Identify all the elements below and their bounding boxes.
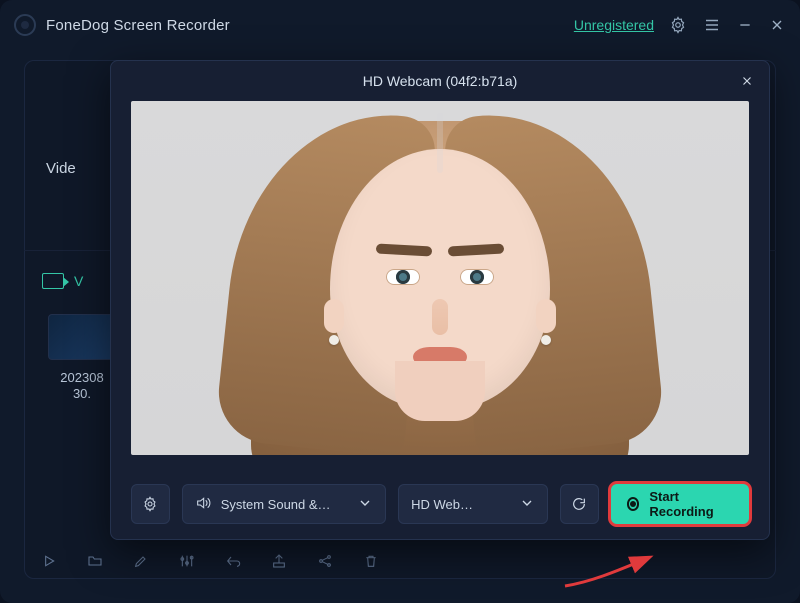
modal-header: HD Webcam (04f2:b71a) xyxy=(111,61,769,101)
export-icon[interactable] xyxy=(270,552,288,570)
settings-gear-icon[interactable] xyxy=(668,15,688,35)
section-tab-label: V xyxy=(74,273,83,289)
app-window: FoneDog Screen Recorder Unregistered xyxy=(0,0,800,603)
hamburger-menu-icon[interactable] xyxy=(702,15,722,35)
mode-label-left: Vide xyxy=(46,160,76,177)
thumb-caption-line: 30. xyxy=(60,386,103,402)
record-icon xyxy=(627,497,640,511)
thumbnail xyxy=(48,314,116,360)
unregistered-link[interactable]: Unregistered xyxy=(574,17,654,33)
titlebar-right: Unregistered xyxy=(574,15,786,35)
webcam-preview-wrap xyxy=(111,101,769,473)
webcam-device-label: HD Web… xyxy=(411,497,473,512)
recording-thumb-left[interactable]: 202308 30. xyxy=(48,314,116,403)
bottom-toolbar xyxy=(40,547,760,575)
thumb-caption-line: 202308 xyxy=(60,370,103,386)
edit-pencil-icon[interactable] xyxy=(132,552,150,570)
speaker-icon xyxy=(195,495,211,514)
trash-icon[interactable] xyxy=(362,552,380,570)
camera-icon xyxy=(42,273,64,289)
app-title: FoneDog Screen Recorder xyxy=(46,17,230,34)
start-recording-label: Start Recording xyxy=(649,489,733,519)
start-recording-button[interactable]: Start Recording xyxy=(611,484,749,524)
back-icon[interactable] xyxy=(224,552,242,570)
refresh-button[interactable] xyxy=(560,484,599,524)
webcam-preview xyxy=(131,101,749,455)
modal-controls: System Sound &… HD Web… Start Recording xyxy=(111,473,769,539)
titlebar: FoneDog Screen Recorder Unregistered xyxy=(0,0,800,50)
chevron-down-icon xyxy=(519,495,535,514)
audio-source-dropdown[interactable]: System Sound &… xyxy=(182,484,386,524)
thumb-caption: 202308 30. xyxy=(60,370,103,403)
app-logo xyxy=(14,14,36,36)
equalizer-icon[interactable] xyxy=(178,552,196,570)
chevron-down-icon xyxy=(357,495,373,514)
modal-settings-button[interactable] xyxy=(131,484,170,524)
share-icon[interactable] xyxy=(316,552,334,570)
webcam-device-dropdown[interactable]: HD Web… xyxy=(398,484,548,524)
modal-title: HD Webcam (04f2:b71a) xyxy=(363,73,518,89)
modal-close-button[interactable] xyxy=(735,69,759,93)
window-close-button[interactable] xyxy=(768,16,786,34)
audio-source-label: System Sound &… xyxy=(221,497,331,512)
folder-icon[interactable] xyxy=(86,552,104,570)
play-icon[interactable] xyxy=(40,552,58,570)
webcam-modal: HD Webcam (04f2:b71a) xyxy=(110,60,770,540)
window-minimize-button[interactable] xyxy=(736,16,754,34)
section-tab-webcam[interactable]: V xyxy=(42,273,83,289)
